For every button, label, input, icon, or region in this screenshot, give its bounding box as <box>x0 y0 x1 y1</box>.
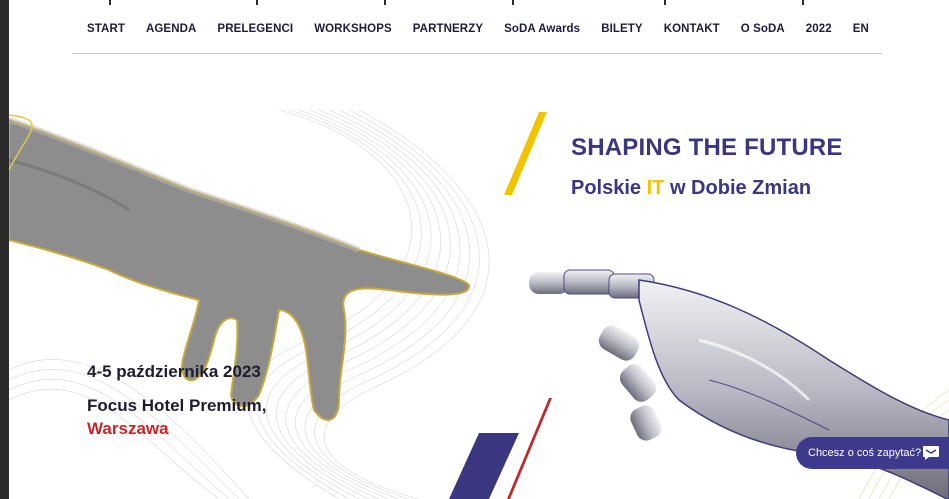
hero-title: SHAPING THE FUTURE <box>571 134 843 161</box>
yellow-slash-decoration <box>504 112 547 195</box>
divider <box>256 0 258 5</box>
nav-workshops[interactable]: WORKSHOPS <box>314 23 392 35</box>
chat-bubble-icon <box>923 446 939 460</box>
nav-divider <box>72 53 882 54</box>
nav-start[interactable]: START <box>87 23 125 35</box>
nav-kontakt[interactable]: KONTAKT <box>664 23 720 35</box>
subtitle-highlight: IT <box>646 177 665 199</box>
divider <box>802 0 804 5</box>
navy-red-slash-decoration <box>449 398 552 499</box>
nav-2022[interactable]: 2022 <box>806 23 832 35</box>
main-nav: START AGENDA PRELEGENCI WORKSHOPS PARTNERZY S… <box>87 20 890 38</box>
subtitle-part: Polskie <box>571 177 647 199</box>
event-city: Warszawa <box>87 419 169 438</box>
nav-en[interactable]: EN <box>853 23 869 35</box>
hero-subtitle: Polskie IT w Dobie Zmian <box>571 177 811 200</box>
page: START AGENDA PRELEGENCI WORKSHOPS PARTNERZY S… <box>9 0 949 499</box>
chat-widget-button[interactable]: Chcesz o coś zapytać? <box>796 437 949 469</box>
nav-o-soda[interactable]: O SoDA <box>741 23 785 35</box>
nav-agenda[interactable]: AGENDA <box>146 23 196 35</box>
divider <box>109 0 111 5</box>
top-strip <box>9 0 949 5</box>
subtitle-part: w Dobie Zmian <box>664 177 812 199</box>
divider <box>512 0 514 5</box>
nav-partnerzy[interactable]: PARTNERZY <box>413 23 483 35</box>
nav-prelegenci[interactable]: PRELEGENCI <box>217 23 293 35</box>
event-date: 4-5 października 2023 <box>87 362 261 381</box>
nav-soda-awards[interactable]: SoDA Awards <box>504 23 580 35</box>
divider <box>384 0 386 5</box>
event-venue: Focus Hotel Premium, <box>87 396 267 415</box>
nav-bilety[interactable]: BILETY <box>601 23 643 35</box>
divider <box>664 0 666 5</box>
chat-label: Chcesz o coś zapytać? <box>808 447 922 459</box>
